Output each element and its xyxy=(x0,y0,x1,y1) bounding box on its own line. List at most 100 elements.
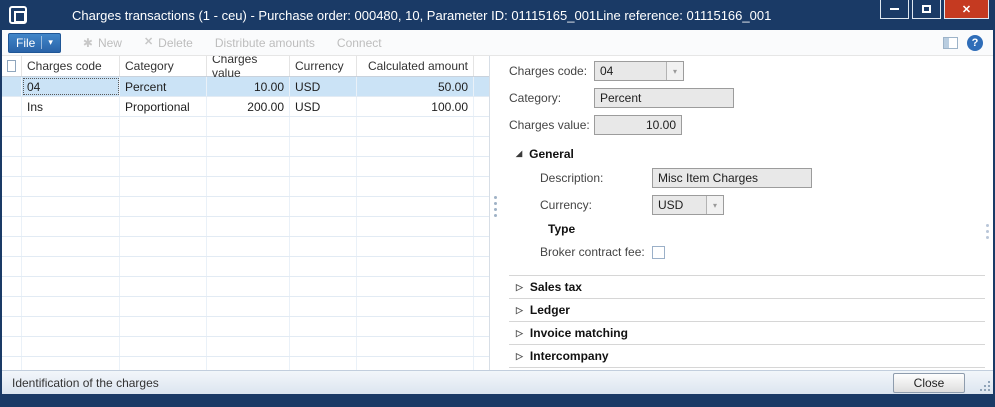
connect-button[interactable]: Connect xyxy=(337,36,382,50)
distribute-amounts-button[interactable]: Distribute amounts xyxy=(215,36,315,50)
grid-empty-row[interactable] xyxy=(2,217,489,237)
resize-grip-icon[interactable] xyxy=(978,379,990,391)
section-header-ledger[interactable]: ▷ Ledger xyxy=(509,298,985,321)
cell-calculated-amount[interactable]: 100.00 xyxy=(357,97,474,116)
grid-empty-row[interactable] xyxy=(2,117,489,137)
empty-cell xyxy=(357,217,474,236)
broker-contract-fee-checkbox[interactable] xyxy=(652,246,665,259)
charges-value-label: Charges value: xyxy=(509,118,594,132)
cell-charges-value[interactable]: 200.00 xyxy=(207,97,290,116)
empty-cell xyxy=(357,197,474,216)
chevron-down-icon: ▾ xyxy=(48,38,53,47)
table-row[interactable]: Ins Proportional 200.00 USD 100.00 xyxy=(2,97,489,117)
empty-cell xyxy=(207,297,290,316)
empty-cell xyxy=(2,237,22,256)
empty-cell xyxy=(290,217,357,236)
grid-empty-row[interactable] xyxy=(2,177,489,197)
cell-charges-code[interactable]: 04 xyxy=(22,77,120,96)
grid-empty-row[interactable] xyxy=(2,137,489,157)
window-title: Charges transactions (1 - ceu) - Purchas… xyxy=(72,8,771,23)
empty-cell xyxy=(120,217,207,236)
column-header-calculated-amount[interactable]: Calculated amount xyxy=(357,56,474,76)
currency-combo[interactable]: USD ▾ xyxy=(652,195,724,215)
empty-cell xyxy=(207,157,290,176)
row-select-cell[interactable] xyxy=(2,97,22,116)
close-button[interactable]: Close xyxy=(893,373,965,393)
empty-cell xyxy=(474,217,489,236)
grid-empty-row[interactable] xyxy=(2,357,489,370)
empty-cell xyxy=(357,257,474,276)
empty-cell xyxy=(120,117,207,136)
row-select-cell[interactable] xyxy=(2,77,22,96)
grid-empty-row[interactable] xyxy=(2,257,489,277)
new-burst-icon: ✱ xyxy=(83,37,93,49)
help-icon[interactable]: ? xyxy=(967,35,983,51)
grid-empty-row[interactable] xyxy=(2,297,489,317)
broker-contract-fee-label: Broker contract fee: xyxy=(540,245,652,259)
status-text: Identification of the charges xyxy=(12,376,159,390)
charges-value-field[interactable]: 10.00 xyxy=(594,115,682,135)
app-icon[interactable] xyxy=(9,6,27,24)
cell-currency[interactable]: USD xyxy=(290,97,357,116)
chevron-down-icon[interactable]: ▾ xyxy=(666,62,683,80)
cell-category[interactable]: Proportional xyxy=(120,97,207,116)
grid-empty-row[interactable] xyxy=(2,157,489,177)
empty-cell xyxy=(207,277,290,296)
empty-cell xyxy=(207,357,290,370)
splitter-grip-icon xyxy=(494,196,497,199)
empty-cell xyxy=(357,337,474,356)
empty-cell xyxy=(22,137,120,156)
description-field[interactable]: Misc Item Charges xyxy=(652,168,812,188)
section-header-sales-tax[interactable]: ▷ Sales tax xyxy=(509,275,985,298)
close-window-button[interactable]: ✕ xyxy=(944,0,989,19)
panel-edge-grip[interactable] xyxy=(986,224,989,227)
section-header-intercompany[interactable]: ▷ Intercompany xyxy=(509,344,985,367)
empty-cell xyxy=(120,177,207,196)
empty-cell xyxy=(207,257,290,276)
section-header-invoice-matching[interactable]: ▷ Invoice matching xyxy=(509,321,985,344)
empty-cell xyxy=(290,357,357,370)
empty-cell xyxy=(22,257,120,276)
grid-empty-row[interactable] xyxy=(2,317,489,337)
layout-pane-icon[interactable] xyxy=(943,37,958,49)
new-button[interactable]: ✱ New xyxy=(83,36,122,50)
maximize-button[interactable] xyxy=(912,0,941,19)
charges-code-combo[interactable]: 04 ▾ xyxy=(594,61,684,81)
empty-cell xyxy=(207,197,290,216)
table-row[interactable]: 04 Percent 10.00 USD 50.00 xyxy=(2,77,489,97)
column-header-currency[interactable]: Currency xyxy=(290,56,357,76)
titlebar[interactable]: Charges transactions (1 - ceu) - Purchas… xyxy=(0,0,995,30)
grid-empty-row[interactable] xyxy=(2,237,489,257)
grid-empty-row[interactable] xyxy=(2,197,489,217)
empty-cell xyxy=(290,197,357,216)
content-area: Charges code Category Charges value Curr… xyxy=(2,56,993,370)
select-all-checkbox[interactable] xyxy=(7,60,16,72)
cell-calculated-amount[interactable]: 50.00 xyxy=(357,77,474,96)
empty-cell xyxy=(357,137,474,156)
file-menu-button[interactable]: File ▾ xyxy=(8,33,61,53)
minimize-button[interactable] xyxy=(880,0,909,19)
grid-empty-row[interactable] xyxy=(2,337,489,357)
empty-cell xyxy=(290,317,357,336)
empty-cell xyxy=(2,217,22,236)
empty-cell xyxy=(22,357,120,370)
column-header-charges-code[interactable]: Charges code xyxy=(22,56,120,76)
empty-cell xyxy=(207,217,290,236)
column-header-category[interactable]: Category xyxy=(120,56,207,76)
empty-cell xyxy=(207,337,290,356)
grid-panel-splitter[interactable] xyxy=(489,56,501,370)
section-header-general[interactable]: ◢ General xyxy=(509,146,985,161)
delete-button[interactable]: ✕ Delete xyxy=(144,36,193,50)
cell-charges-code[interactable]: Ins xyxy=(22,97,120,116)
empty-cell xyxy=(357,157,474,176)
maximize-icon xyxy=(922,5,931,13)
cell-charges-value[interactable]: 10.00 xyxy=(207,77,290,96)
cell-currency[interactable]: USD xyxy=(290,77,357,96)
column-header-charges-value[interactable]: Charges value xyxy=(207,56,290,76)
empty-cell xyxy=(357,277,474,296)
category-field[interactable]: Percent xyxy=(594,88,734,108)
grid-empty-row[interactable] xyxy=(2,277,489,297)
empty-cell xyxy=(474,137,489,156)
chevron-down-icon[interactable]: ▾ xyxy=(706,196,723,214)
cell-category[interactable]: Percent xyxy=(120,77,207,96)
